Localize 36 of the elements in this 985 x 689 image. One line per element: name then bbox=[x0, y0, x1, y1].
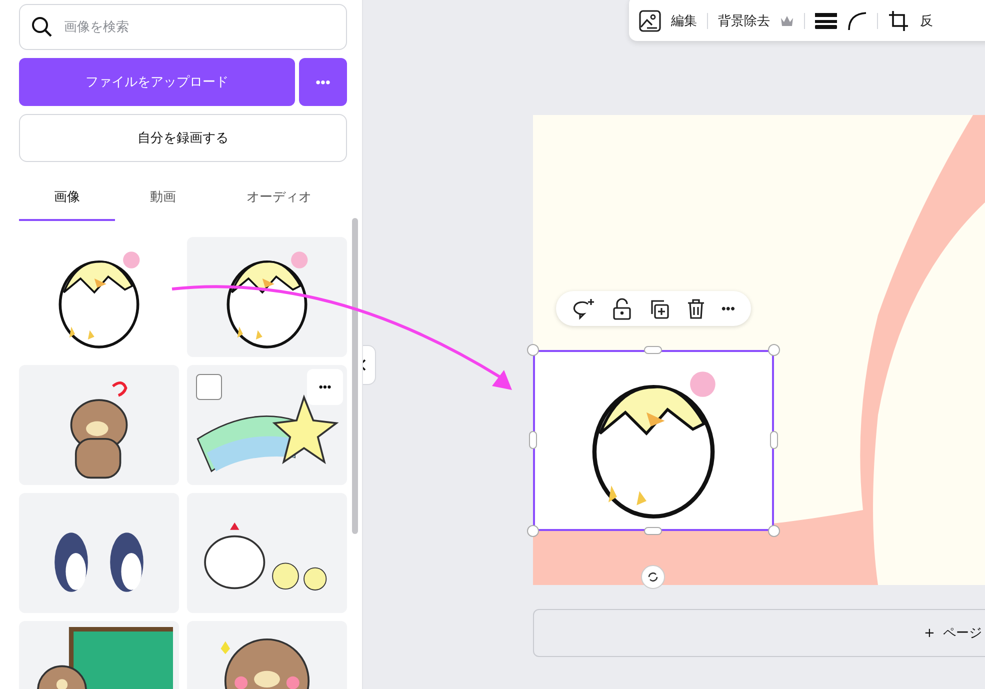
image-edit-icon[interactable] bbox=[639, 10, 661, 32]
resize-handle[interactable] bbox=[529, 431, 537, 449]
edit-button[interactable]: 編集 bbox=[671, 12, 697, 30]
add-page-button[interactable]: + ページ bbox=[533, 609, 985, 657]
resize-handle[interactable] bbox=[527, 344, 539, 356]
corner-rounding-icon[interactable] bbox=[847, 10, 867, 30]
tab[interactable]: 画像 bbox=[19, 176, 115, 221]
toolbar-label[interactable]: 反 bbox=[920, 12, 933, 30]
scrollbar[interactable] bbox=[352, 218, 358, 534]
remove-background-button[interactable]: 背景除去 bbox=[718, 12, 770, 30]
lock-icon[interactable] bbox=[612, 298, 632, 320]
image-tile[interactable] bbox=[19, 493, 179, 613]
search-field[interactable]: 画像を検索 bbox=[19, 4, 347, 50]
search-icon bbox=[31, 16, 53, 38]
more-button[interactable]: ••• bbox=[721, 301, 736, 316]
resize-handle[interactable] bbox=[644, 527, 662, 535]
resize-handle[interactable] bbox=[770, 431, 778, 449]
more-button[interactable]: ••• bbox=[299, 58, 347, 106]
checkbox[interactable] bbox=[196, 374, 222, 400]
crop-icon[interactable] bbox=[888, 10, 910, 32]
resize-handle[interactable] bbox=[527, 525, 539, 537]
rotate-icon bbox=[647, 571, 659, 583]
record-button[interactable]: 自分を録画する bbox=[19, 114, 347, 162]
border-style-icon[interactable] bbox=[815, 10, 837, 30]
image-tile[interactable] bbox=[187, 237, 347, 357]
resize-handle[interactable] bbox=[644, 346, 662, 354]
image-tile[interactable]: ••• bbox=[187, 365, 347, 485]
tab[interactable]: 動画 bbox=[115, 176, 211, 221]
image-tile[interactable] bbox=[19, 365, 179, 485]
trash-icon[interactable] bbox=[686, 298, 706, 320]
tab[interactable]: オーディオ bbox=[211, 176, 347, 221]
comment-icon[interactable] bbox=[572, 298, 596, 320]
crown-icon bbox=[780, 14, 794, 26]
image-tile[interactable] bbox=[187, 493, 347, 613]
more-button[interactable]: ••• bbox=[307, 369, 343, 405]
upload-button[interactable]: ファイルをアップロード bbox=[19, 58, 295, 106]
